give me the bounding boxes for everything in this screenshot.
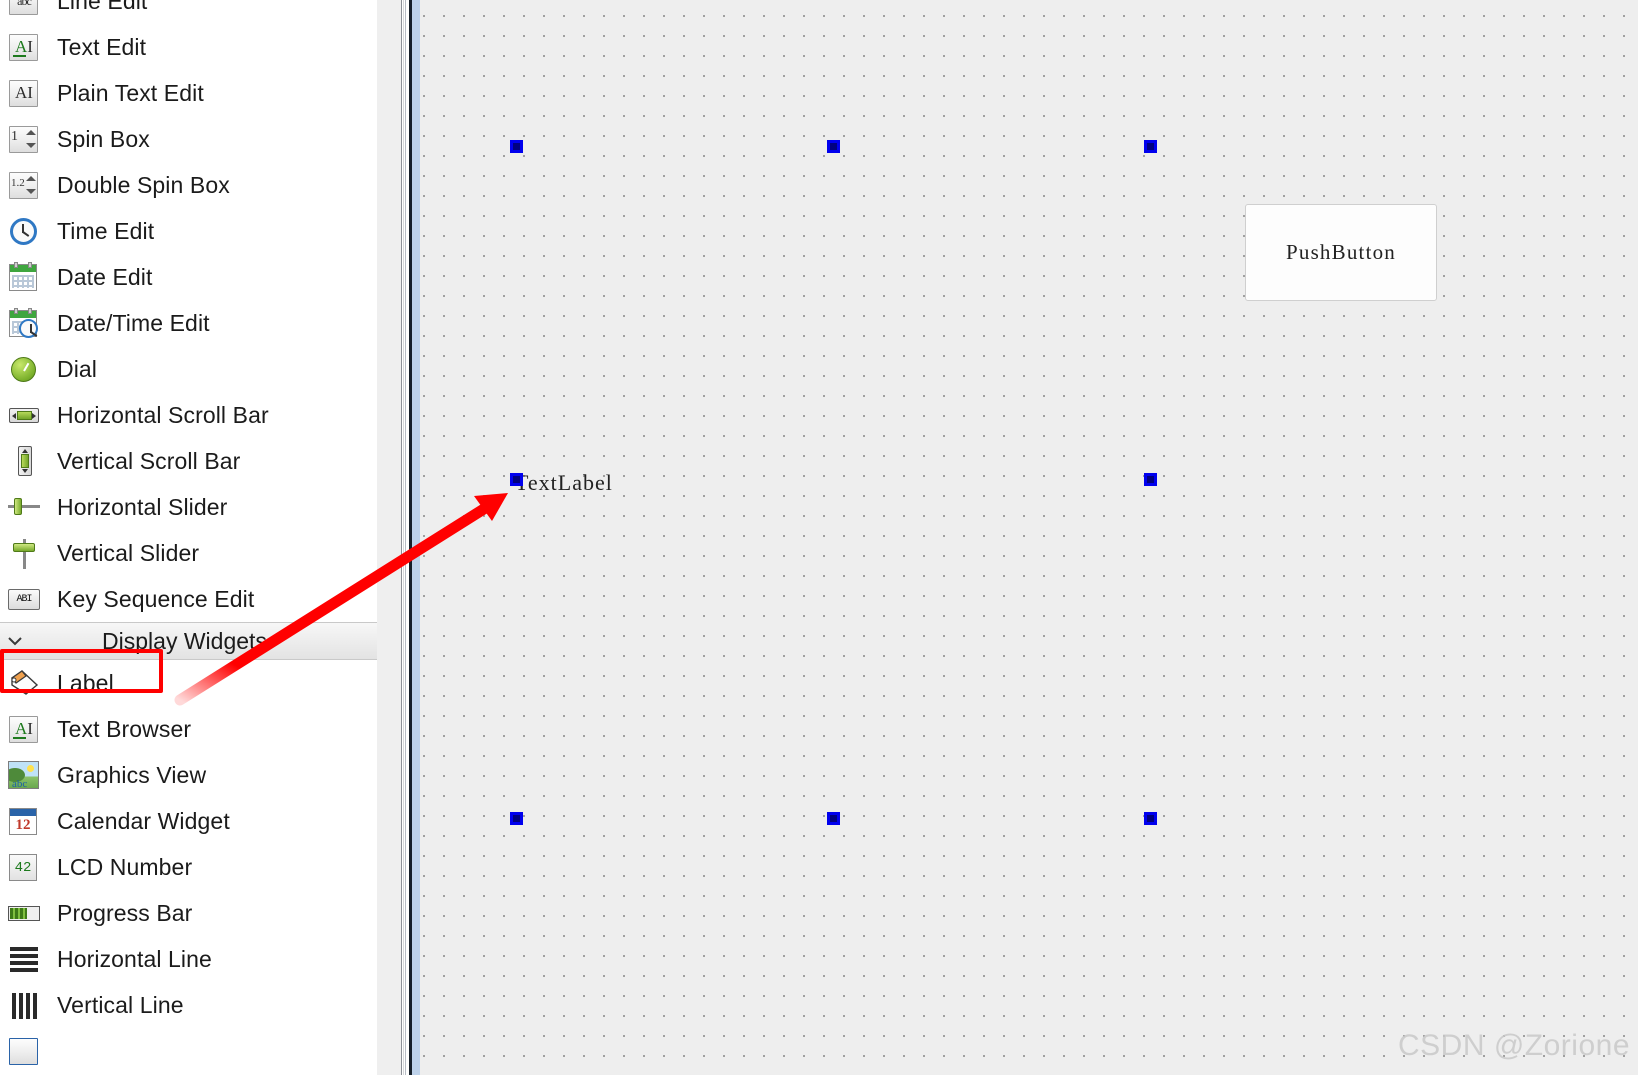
section-title: Display Widgets xyxy=(102,627,267,654)
widget-item-lcd-number[interactable]: 42 LCD Number xyxy=(0,844,377,890)
form-handle-bottom-center[interactable] xyxy=(827,812,840,825)
form-design-canvas[interactable]: PushButton TextLabel CSDN @Zorione xyxy=(420,0,1638,1075)
label-tag-icon xyxy=(8,667,40,699)
widget-item-label: LCD Number xyxy=(57,853,193,880)
section-header-display-widgets[interactable]: Display Widgets xyxy=(0,622,377,660)
widget-item-time-edit[interactable]: Time Edit xyxy=(0,208,377,254)
widget-item-label: Line Edit xyxy=(57,0,148,14)
lcd-number-icon: 42 xyxy=(8,851,40,883)
widget-item-label: Date Edit xyxy=(57,263,153,290)
form-handle-middle-right[interactable] xyxy=(1144,473,1157,486)
spin-box-icon: 1 xyxy=(8,123,40,155)
double-spin-box-icon: 1.2 xyxy=(8,169,40,201)
text-edit-icon: AI xyxy=(8,31,40,63)
date-edit-calendar-icon xyxy=(8,261,40,293)
widget-item-label: Vertical Line xyxy=(57,991,184,1018)
widget-item-progress-bar[interactable]: Progress Bar xyxy=(0,890,377,936)
date-time-edit-icon xyxy=(8,307,40,339)
widget-item-line-edit[interactable]: abc Line Edit xyxy=(0,0,377,24)
partial-widget-icon xyxy=(8,1035,40,1067)
widget-item-calendar-widget[interactable]: 12 Calendar Widget xyxy=(0,798,377,844)
widget-item-label: Calendar Widget xyxy=(57,807,230,834)
widget-item-date-time-edit[interactable]: Date/Time Edit xyxy=(0,300,377,346)
form-handle-top-right[interactable] xyxy=(1144,140,1157,153)
widget-item-label: Plain Text Edit xyxy=(57,79,204,106)
form-handle-top-center[interactable] xyxy=(827,140,840,153)
widget-item-label: Text Edit xyxy=(57,33,147,60)
widget-item-next-partial[interactable] xyxy=(0,1028,377,1074)
graphics-view-icon: abc xyxy=(8,759,40,791)
widget-item-text-browser[interactable]: AI Text Browser xyxy=(0,706,377,752)
plain-text-edit-icon: AI xyxy=(8,77,40,109)
panel-border-light xyxy=(403,0,404,1075)
widget-item-date-edit[interactable]: Date Edit xyxy=(0,254,377,300)
widget-item-dial[interactable]: Dial xyxy=(0,346,377,392)
vertical-scroll-bar-icon xyxy=(8,445,40,477)
form-handle-bottom-left[interactable] xyxy=(510,812,523,825)
widget-item-label: Key Sequence Edit xyxy=(57,585,255,612)
push-button-widget[interactable]: PushButton xyxy=(1245,204,1437,301)
widget-item-double-spin-box[interactable]: 1.2 Double Spin Box xyxy=(0,162,377,208)
line-edit-icon: abc xyxy=(8,0,40,17)
time-edit-clock-icon xyxy=(8,215,40,247)
widget-item-label: Time Edit xyxy=(57,217,155,244)
widget-item-label: Vertical Scroll Bar xyxy=(57,447,241,474)
widget-item-text-edit[interactable]: AI Text Edit xyxy=(0,24,377,70)
chevron-down-icon xyxy=(4,630,26,652)
form-handle-top-left[interactable] xyxy=(510,140,523,153)
progress-bar-icon xyxy=(8,897,40,929)
widget-item-horizontal-scroll-bar[interactable]: Horizontal Scroll Bar xyxy=(0,392,377,438)
widget-item-label[interactable]: Label xyxy=(0,660,377,706)
widget-item-label-text: Label xyxy=(57,669,114,696)
widget-item-vertical-slider[interactable]: Vertical Slider xyxy=(0,530,377,576)
form-selection-strip xyxy=(412,0,420,1075)
widget-item-label: Text Browser xyxy=(57,715,192,742)
widget-item-spin-box[interactable]: 1 Spin Box xyxy=(0,116,377,162)
widget-item-label: Spin Box xyxy=(57,125,150,152)
form-handle-bottom-right[interactable] xyxy=(1144,812,1157,825)
widget-box-panel: abc Line Edit AI Text Edit AI Plain Text… xyxy=(0,0,377,1075)
calendar-icon-number: 12 xyxy=(15,817,31,833)
widget-item-label: Vertical Slider xyxy=(57,539,200,566)
vertical-line-icon xyxy=(8,989,40,1021)
widget-item-plain-text-edit[interactable]: AI Plain Text Edit xyxy=(0,70,377,116)
widget-item-horizontal-slider[interactable]: Horizontal Slider xyxy=(0,484,377,530)
lcd-icon-number: 42 xyxy=(9,854,37,881)
widget-item-vertical-scroll-bar[interactable]: Vertical Scroll Bar xyxy=(0,438,377,484)
spin-box-icon-value: 1 xyxy=(11,129,18,144)
panel-border-mid xyxy=(405,0,406,1075)
widget-item-label: Horizontal Slider xyxy=(57,493,228,520)
widget-item-key-sequence-edit[interactable]: ABI Key Sequence Edit xyxy=(0,576,377,622)
widget-item-label: Date/Time Edit xyxy=(57,309,210,336)
text-label-selection-handle[interactable] xyxy=(510,473,523,486)
horizontal-line-icon xyxy=(8,943,40,975)
widget-item-graphics-view[interactable]: abc Graphics View xyxy=(0,752,377,798)
key-sequence-edit-icon: ABI xyxy=(8,583,40,615)
text-label-widget[interactable]: TextLabel xyxy=(515,470,613,496)
widget-item-label: Horizontal Line xyxy=(57,945,212,972)
widget-item-label: Dial xyxy=(57,355,98,382)
horizontal-scroll-bar-icon xyxy=(8,399,40,431)
horizontal-slider-icon xyxy=(8,491,40,523)
widget-item-label: Double Spin Box xyxy=(57,171,230,198)
double-spin-box-icon-value: 1.2 xyxy=(11,177,25,189)
csdn-watermark: CSDN @Zorione xyxy=(1397,1029,1630,1062)
widget-item-horizontal-line[interactable]: Horizontal Line xyxy=(0,936,377,982)
widget-item-vertical-line[interactable]: Vertical Line xyxy=(0,982,377,1028)
text-browser-icon: AI xyxy=(8,713,40,745)
widget-box-scrollbar-track[interactable] xyxy=(381,0,775,1075)
widget-item-label: Progress Bar xyxy=(57,899,193,926)
widget-item-label: Horizontal Scroll Bar xyxy=(57,401,269,428)
widget-item-label: Graphics View xyxy=(57,761,207,788)
key-sequence-icon-text: ABI xyxy=(8,589,40,610)
dial-icon xyxy=(8,353,40,385)
panel-border-outer xyxy=(401,0,402,1075)
widget-box-list: abc Line Edit AI Text Edit AI Plain Text… xyxy=(0,0,377,1074)
calendar-widget-icon: 12 xyxy=(8,805,40,837)
qt-designer-screenshot: abc Line Edit AI Text Edit AI Plain Text… xyxy=(0,0,1638,1075)
vertical-slider-icon xyxy=(8,537,40,569)
